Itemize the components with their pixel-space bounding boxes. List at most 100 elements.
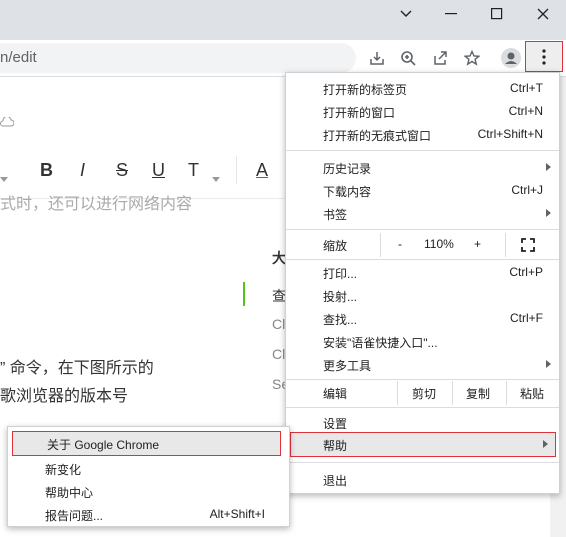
menu-item-bookmarks[interactable]: 书签: [286, 202, 559, 225]
url-text[interactable]: n/edit: [0, 49, 37, 66]
chevron-right-icon: [543, 440, 548, 448]
zoom-divider: [380, 233, 381, 257]
editor-text-line: 歌浏览器的版本号: [0, 388, 129, 405]
star-icon[interactable]: [460, 46, 484, 70]
outline-heading: 大: [272, 250, 286, 266]
cloud-icon: [0, 112, 15, 131]
menu-item-label: 编辑: [323, 387, 348, 401]
menu-item-label: 缩放: [323, 239, 348, 253]
menu-item-label: 安装"语雀快捷入口"...: [323, 336, 438, 350]
edit-divider: [452, 381, 453, 405]
menu-item-cast[interactable]: 投射...: [286, 284, 559, 307]
zoom-out-button[interactable]: -: [398, 237, 402, 251]
menu-separator: [286, 150, 559, 151]
menu-item-label: 帮助: [323, 439, 348, 453]
outline-active-bar: [243, 282, 245, 306]
editor-text-line: 式时，还可以进行网络内容: [0, 196, 193, 213]
menu-item-shortcut: Ctrl+F: [510, 311, 543, 325]
menu-item-exit[interactable]: 退出: [286, 468, 559, 491]
menu-item-report-issue[interactable]: 报告问题... Alt+Shift+I: [8, 503, 289, 526]
dropdown-icon[interactable]: [212, 168, 220, 187]
menu-item-label: 打开新的无痕式窗口: [323, 129, 432, 143]
paste-button[interactable]: 粘贴: [520, 385, 544, 402]
italic-button[interactable]: I: [80, 160, 85, 181]
install-icon[interactable]: [365, 46, 389, 70]
zoom-in-button[interactable]: +: [474, 237, 481, 251]
editor-text-line: ” 命令，在下图所示的: [0, 360, 154, 377]
font-color-button[interactable]: A: [256, 160, 268, 181]
menu-item-shortcut: Ctrl+N: [508, 104, 543, 118]
menu-item-label: 查找...: [323, 313, 358, 327]
menu-item-label: 书签: [323, 208, 348, 222]
menu-item-shortcut: Ctrl+Shift+N: [477, 127, 543, 141]
menu-item-whats-new[interactable]: 新变化: [8, 457, 289, 480]
menu-icon[interactable]: [525, 41, 563, 72]
menu-item-label: 历史记录: [323, 162, 372, 176]
menu-item-downloads[interactable]: 下载内容 Ctrl+J: [286, 179, 559, 202]
menu-item-label: 新变化: [45, 463, 82, 477]
menu-item-help[interactable]: 帮助: [290, 432, 556, 457]
zoom-level: 110%: [424, 237, 454, 251]
chevron-right-icon: [546, 163, 551, 171]
outline-item[interactable]: Cl: [272, 346, 285, 362]
share-icon[interactable]: [428, 46, 452, 70]
menu-item-help-center[interactable]: 帮助中心: [8, 480, 289, 503]
chevron-right-icon: [546, 360, 551, 368]
outline-item[interactable]: Cl: [272, 316, 285, 332]
edit-divider: [397, 381, 398, 405]
outline-item[interactable]: 查: [272, 286, 286, 306]
menu-item-install[interactable]: 安装"语雀快捷入口"...: [286, 330, 559, 353]
menu-item-more-tools[interactable]: 更多工具: [286, 353, 559, 376]
close-icon[interactable]: [520, 0, 566, 28]
zoom-icon[interactable]: [396, 46, 420, 70]
menu-item-edit: 编辑 剪切 复制 粘贴: [286, 381, 559, 405]
menu-item-find[interactable]: 查找... Ctrl+F: [286, 307, 559, 330]
menu-separator: [286, 229, 559, 230]
menu-item-label: 下载内容: [323, 185, 372, 199]
menu-item-label: 更多工具: [323, 359, 372, 373]
dropdown-icon[interactable]: [0, 168, 10, 187]
minimize-icon[interactable]: [428, 0, 474, 28]
menu-item-label: 打开新的标签页: [323, 83, 408, 97]
menu-item-label: 设置: [323, 417, 348, 431]
menu-item-new-window[interactable]: 打开新的窗口 Ctrl+N: [286, 100, 559, 123]
menu-item-incognito[interactable]: 打开新的无痕式窗口 Ctrl+Shift+N: [286, 123, 559, 146]
menu-item-zoom: 缩放 - 110% +: [286, 233, 559, 257]
fullscreen-icon[interactable]: [521, 238, 535, 255]
profile-icon[interactable]: [499, 46, 523, 70]
menu-item-label: 关于 Google Chrome: [47, 438, 160, 452]
menu-separator: [286, 379, 559, 380]
menu-item-settings[interactable]: 设置: [286, 411, 559, 434]
omnibox[interactable]: n/edit: [0, 43, 356, 73]
strikethrough-button[interactable]: S: [116, 160, 128, 181]
edit-divider: [506, 381, 507, 405]
menu-item-label: 打开新的窗口: [323, 106, 396, 120]
toolbar-divider: [236, 156, 237, 184]
menu-item-label: 退出: [323, 474, 348, 488]
chevron-down-icon[interactable]: [383, 0, 429, 28]
menu-separator: [286, 462, 559, 463]
menu-separator: [286, 259, 559, 260]
menu-item-about-chrome[interactable]: 关于 Google Chrome: [12, 431, 281, 456]
help-submenu: 关于 Google Chrome 新变化 帮助中心 报告问题... Alt+Sh…: [7, 426, 290, 527]
menu-item-history[interactable]: 历史记录: [286, 156, 559, 179]
title-bar: [0, 0, 566, 40]
menu-item-label: 投射...: [323, 290, 358, 304]
menu-item-shortcut: Ctrl+P: [509, 265, 543, 279]
menu-item-shortcut: Ctrl+T: [510, 81, 543, 95]
menu-item-label: 报告问题...: [45, 509, 104, 523]
bold-button[interactable]: B: [40, 160, 53, 181]
maximize-icon[interactable]: [474, 0, 520, 28]
menu-item-new-tab[interactable]: 打开新的标签页 Ctrl+T: [286, 77, 559, 100]
menu-separator: [286, 407, 559, 408]
underline-button[interactable]: U: [152, 160, 165, 181]
chevron-right-icon: [546, 209, 551, 217]
copy-button[interactable]: 复制: [466, 385, 490, 402]
cut-button[interactable]: 剪切: [412, 385, 436, 402]
zoom-divider: [505, 233, 506, 257]
chrome-menu: 打开新的标签页 Ctrl+T 打开新的窗口 Ctrl+N 打开新的无痕式窗口 C…: [285, 72, 560, 494]
text-style-button[interactable]: T: [188, 160, 199, 181]
menu-item-print[interactable]: 打印... Ctrl+P: [286, 261, 559, 284]
menu-item-shortcut: Alt+Shift+I: [209, 507, 265, 521]
menu-item-label: 帮助中心: [45, 486, 94, 500]
